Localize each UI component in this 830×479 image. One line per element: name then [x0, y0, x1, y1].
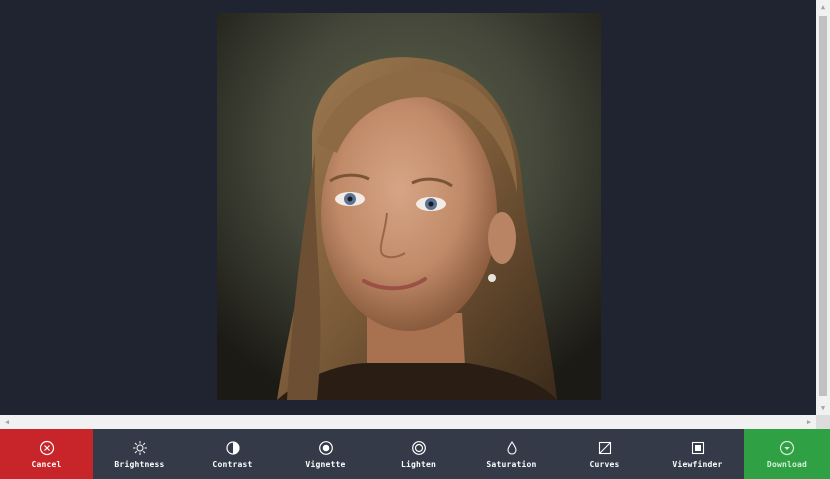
vignette-icon: [318, 440, 333, 455]
vignette-label: Vignette: [305, 459, 346, 469]
lighten-button[interactable]: Lighten: [372, 429, 465, 479]
saturation-button[interactable]: Saturation: [465, 429, 558, 479]
scroll-down-arrow-icon[interactable]: ▼: [816, 401, 830, 415]
vignette-button[interactable]: Vignette: [279, 429, 372, 479]
curves-button[interactable]: Curves: [558, 429, 651, 479]
vertical-scroll-thumb[interactable]: [819, 16, 827, 396]
contrast-icon: [225, 440, 240, 455]
viewfinder-label: Viewfinder: [672, 459, 723, 469]
lighten-icon: [411, 440, 426, 455]
portrait-photo: [217, 13, 601, 400]
cancel-label: Cancel: [31, 459, 62, 469]
viewfinder-button[interactable]: Viewfinder: [651, 429, 744, 479]
brightness-label: Brightness: [114, 459, 165, 469]
viewfinder-icon: [691, 441, 704, 454]
editor-toolbar: Cancel Brightness Contrast Vignette Ligh…: [0, 429, 830, 479]
sun-icon: [132, 440, 147, 455]
droplet-icon: [506, 440, 517, 455]
saturation-label: Saturation: [486, 459, 537, 469]
brightness-button[interactable]: Brightness: [93, 429, 186, 479]
contrast-label: Contrast: [212, 459, 253, 469]
scroll-left-arrow-icon[interactable]: ◀: [0, 415, 14, 429]
curves-icon: [598, 441, 611, 454]
download-circle-icon: [779, 440, 795, 455]
horizontal-scrollbar[interactable]: ◀ ▶: [0, 415, 816, 429]
editor-canvas: [0, 0, 816, 415]
curves-label: Curves: [589, 459, 620, 469]
download-button[interactable]: Download: [744, 429, 830, 479]
vertical-scrollbar[interactable]: ▲ ▼: [816, 0, 830, 415]
cancel-button[interactable]: Cancel: [0, 429, 93, 479]
scrollbar-corner: [816, 415, 830, 429]
lighten-label: Lighten: [400, 459, 437, 469]
scroll-right-arrow-icon[interactable]: ▶: [802, 415, 816, 429]
contrast-button[interactable]: Contrast: [186, 429, 279, 479]
scroll-up-arrow-icon[interactable]: ▲: [816, 0, 830, 14]
download-label: Download: [766, 459, 808, 469]
close-circle-icon: [39, 440, 54, 455]
